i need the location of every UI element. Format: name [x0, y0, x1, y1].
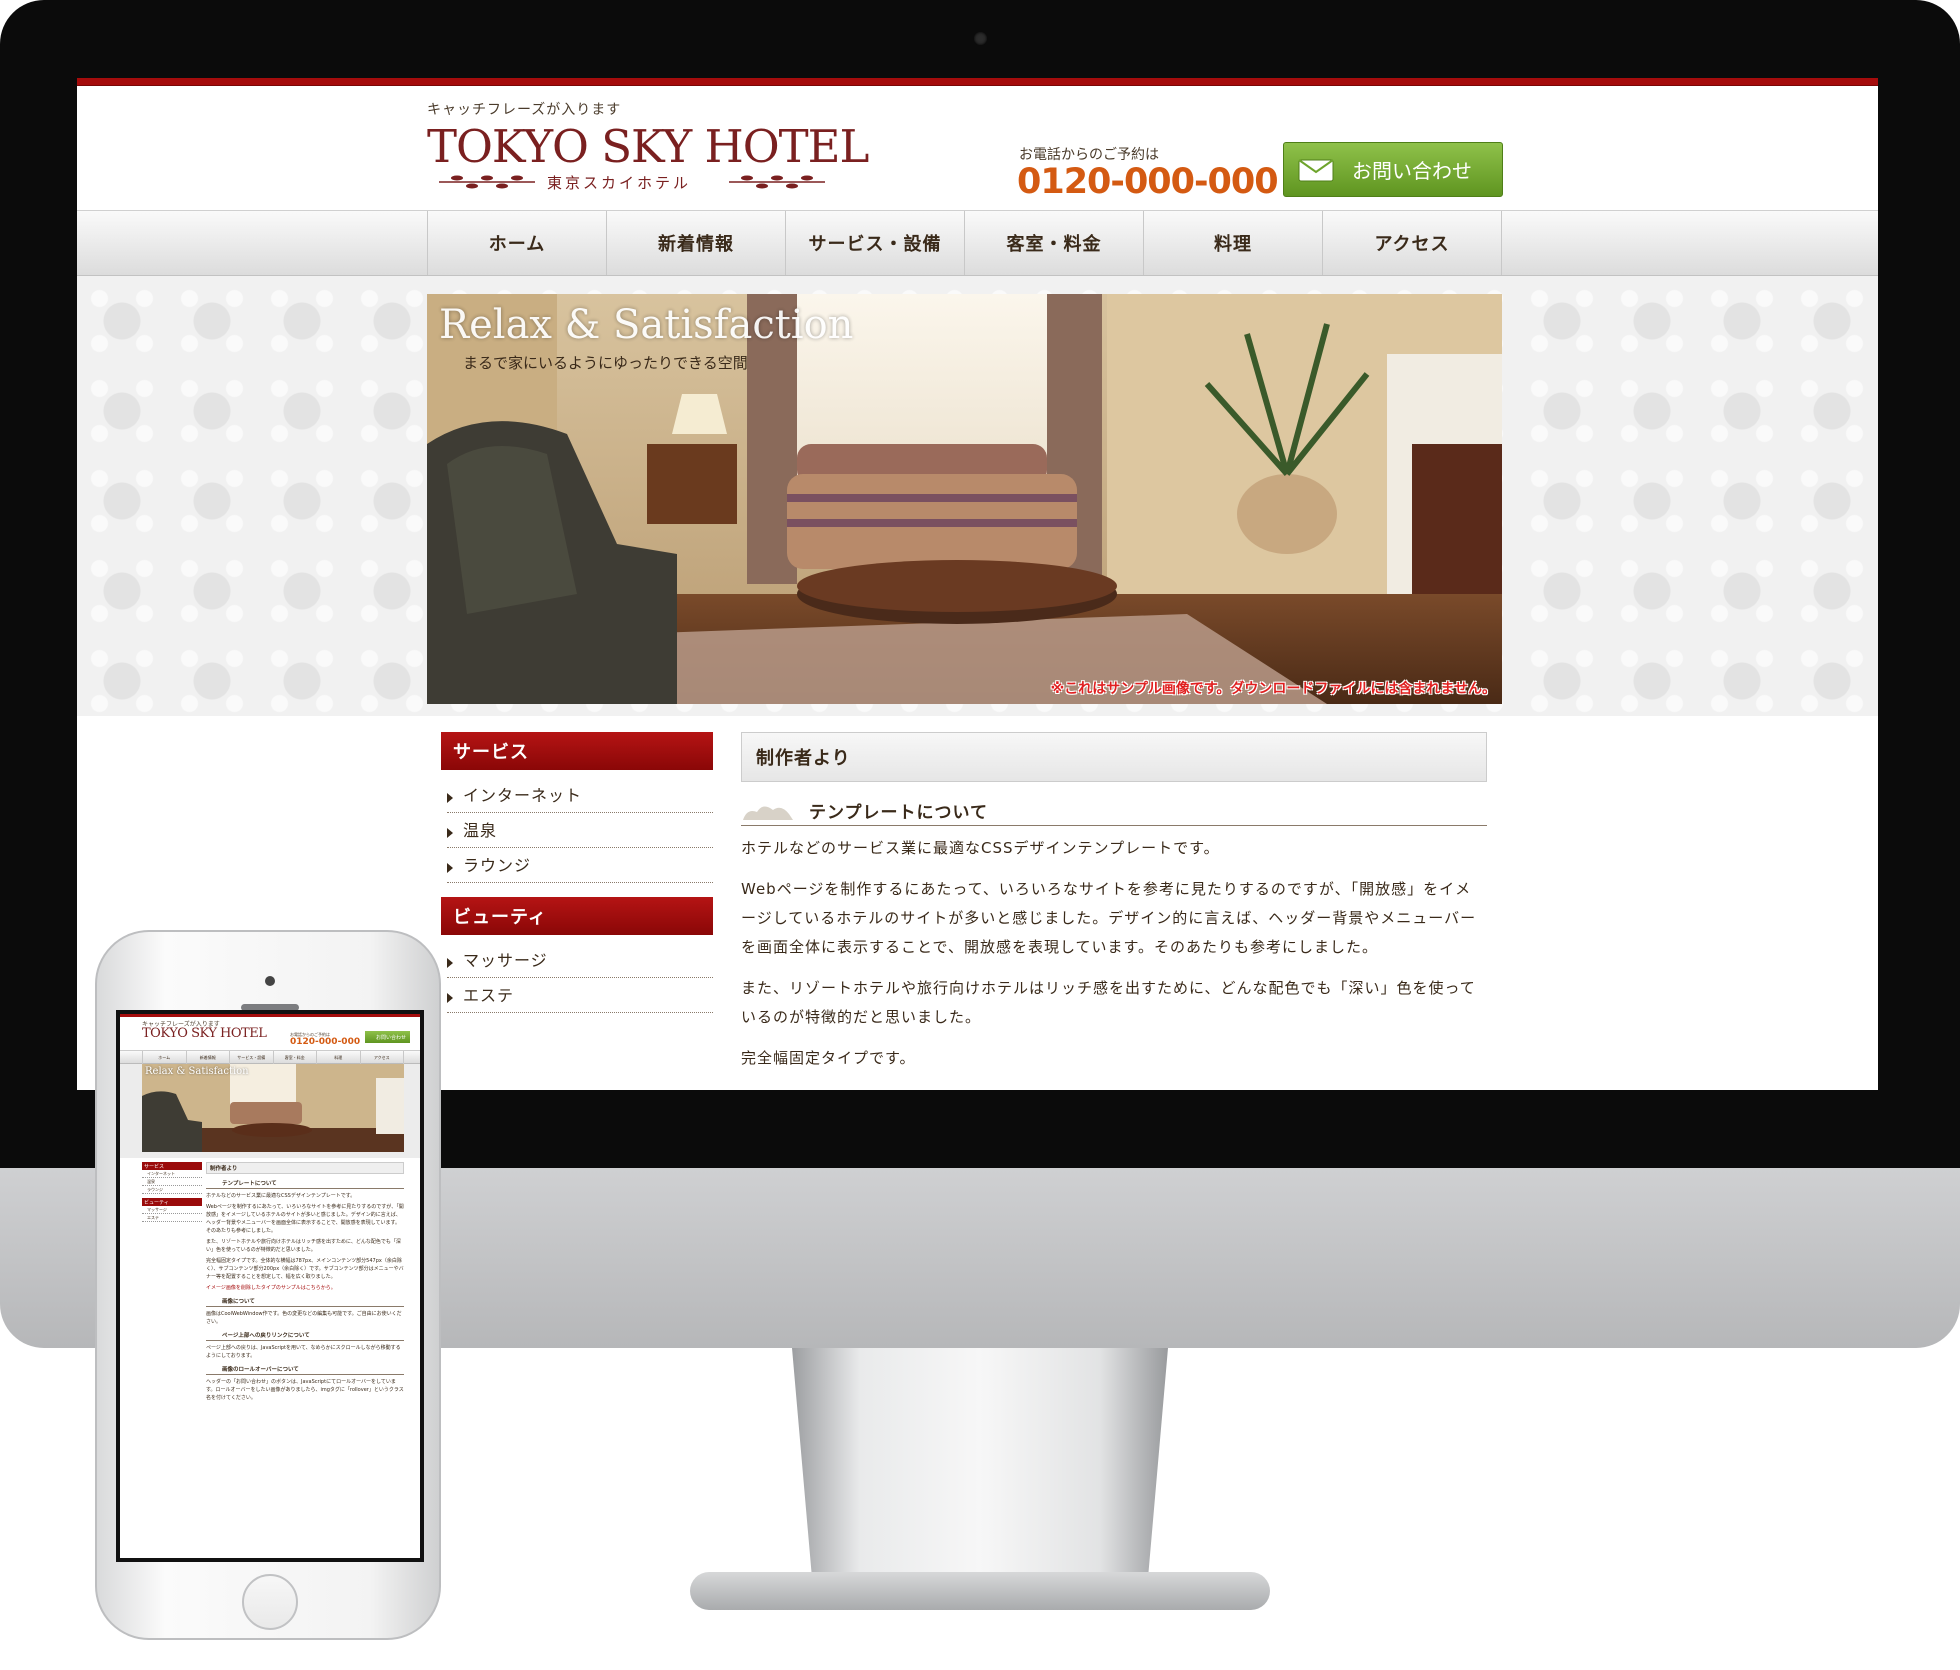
contact-button[interactable]: お問い合わせ	[1283, 142, 1503, 197]
mobile-main-heading: 制作者より	[206, 1162, 404, 1174]
hero-subtitle: まるで家にいるようにゆったりできる空間	[463, 354, 748, 372]
mobile-navigation: ホーム 新着情報 サービス・設備 客室・料金 料理 アクセス	[120, 1050, 420, 1064]
laurel-left-icon	[439, 175, 535, 189]
main-navigation: ホーム 新着情報 サービス・設備 客室・料金 料理 アクセス	[77, 210, 1878, 276]
mobile-sample-link[interactable]: イメージ画像を削除したタイプのサンプルはこちらから。	[206, 1284, 404, 1292]
main-heading: 制作者より	[741, 732, 1487, 782]
mobile-sidebar-item[interactable]: インターネット	[142, 1170, 202, 1178]
triangle-bullet-icon	[447, 958, 453, 968]
mobile-paragraph: ページ上部への戻りは、JavaScriptを用いて、なめらかにスクロールしながら…	[206, 1345, 401, 1359]
phone-label: お電話からのご予約は	[1019, 147, 1159, 163]
phone-number[interactable]: 0120-000-000	[1017, 162, 1279, 202]
mobile-logo[interactable]: TOKYO SKY HOTEL	[142, 1026, 267, 1041]
nav-item-services[interactable]: サービス・設備	[786, 211, 965, 275]
paragraph: また、リゾートホテルや旅行向けホテルはリッチ感を出すために、どんな配色でも「深い…	[741, 979, 1476, 1026]
nav-item-access[interactable]: アクセス	[1323, 211, 1502, 275]
logo-main-text: TOKYO SKY HOTEL	[427, 120, 869, 173]
sidebar-heading-services: サービス	[441, 732, 713, 770]
mobile-top-rule	[120, 1014, 420, 1017]
iphone-device: キャッチフレーズが入ります TOKYO SKY HOTEL お電話からのご予約は…	[95, 930, 441, 1640]
logo-subtitle: 東京スカイホテル	[547, 174, 692, 192]
cloud-ornament-icon	[743, 805, 793, 820]
iphone-home-button[interactable]	[242, 1574, 298, 1630]
hero-title: Relax & Satisfaction	[439, 302, 854, 348]
mobile-nav-item[interactable]: 料理	[317, 1051, 361, 1064]
mobile-nav-item[interactable]: サービス・設備	[230, 1051, 274, 1064]
mobile-paragraph: また、リゾートホテルや旅行向けホテルはリッチ感を出すために、どんな配色でも「深い…	[206, 1239, 401, 1253]
mobile-hero-image: Relax & Satisfaction	[142, 1064, 404, 1152]
mobile-section-heading: ページ上部への戻りリンクについて	[206, 1330, 404, 1341]
mobile-nav-item[interactable]: 客室・料金	[274, 1051, 317, 1064]
mobile-section-heading: 画像のロールオーバーについて	[206, 1364, 404, 1375]
mobile-sidebar-item[interactable]: エステ	[142, 1214, 202, 1222]
sidebar-item-massage[interactable]: マッサージ	[447, 943, 713, 978]
mobile-living-room-photo	[142, 1064, 404, 1152]
mobile-paragraph: 画像はCoolWebWindow作です。色の変更などの編集も可能です。ご自由にお…	[206, 1311, 402, 1325]
mobile-phone-number[interactable]: 0120-000-000	[290, 1037, 360, 1047]
nav-item-news[interactable]: 新着情報	[607, 211, 786, 275]
triangle-bullet-icon	[447, 828, 453, 838]
mobile-sidebar-item[interactable]: ラウンジ	[142, 1186, 202, 1194]
sample-image-notice: ※これはサンプル画像です。ダウンロードファイルには含まれません。	[1050, 681, 1496, 697]
sidebar: サービス インターネット 温泉 ラウンジ ビューティ マッサージ エステ	[441, 732, 713, 1027]
mail-icon	[1298, 158, 1334, 181]
main-content: 制作者より テンプレートについて ホテルなどのサービス業に最適なCSSデザインテ…	[741, 732, 1487, 1073]
mobile-section-heading: 画像について	[206, 1296, 404, 1307]
contact-button-label: お問い合わせ	[1352, 159, 1472, 183]
nav-item-rooms[interactable]: 客室・料金	[965, 211, 1144, 275]
mobile-sidebar-item[interactable]: マッサージ	[142, 1206, 202, 1214]
iphone-camera	[265, 976, 275, 986]
triangle-bullet-icon	[447, 863, 453, 873]
mobile-nav-item[interactable]: ホーム	[143, 1051, 187, 1064]
mobile-paragraph: 完全幅固定タイプです。全体的な横幅は787px、メインコンテンツ部分547px（…	[206, 1258, 404, 1280]
laurel-right-icon	[729, 175, 825, 189]
section-heading: テンプレートについて	[741, 796, 1487, 826]
mobile-page: キャッチフレーズが入ります TOKYO SKY HOTEL お電話からのご予約は…	[120, 1014, 420, 1558]
mobile-paragraph: Webページを制作するにあたって、いろいろなサイトを参考に見たりするのですが、「…	[206, 1204, 404, 1234]
mobile-nav-item[interactable]: アクセス	[361, 1051, 404, 1064]
sidebar-item-esthetic[interactable]: エステ	[447, 978, 713, 1013]
paragraph: 完全幅固定タイプです。	[741, 1049, 916, 1067]
imac-stand-neck	[792, 1348, 1168, 1578]
mobile-paragraph: ヘッダーの「お問い合わせ」のボタンは、JavaScriptにてロールオーバーをし…	[206, 1379, 404, 1401]
imac-camera	[974, 32, 987, 45]
imac-stand-foot	[690, 1572, 1270, 1610]
mobile-section-heading: テンプレートについて	[206, 1178, 404, 1189]
mobile-sidebar-item[interactable]: 温泉	[142, 1178, 202, 1186]
mobile-sidebar-heading: ビューティ	[142, 1198, 202, 1206]
mobile-hero-title: Relax & Satisfaction	[145, 1066, 249, 1077]
top-accent-rule	[77, 78, 1878, 86]
paragraph: Webページを制作するにあたって、いろいろなサイトを参考に見たりするのですが、「…	[741, 880, 1477, 956]
mobile-main-content: 制作者より テンプレートについて ホテルなどのサービス業に最適なCSSデザインテ…	[206, 1162, 404, 1402]
sidebar-heading-beauty: ビューティ	[441, 897, 713, 935]
sidebar-item-internet[interactable]: インターネット	[447, 778, 713, 813]
nav-item-home[interactable]: ホーム	[428, 211, 607, 275]
paragraph: ホテルなどのサービス業に最適なCSSデザインテンプレートです。	[741, 839, 1220, 857]
mobile-sidebar: サービス インターネット 温泉 ラウンジ ビューティ マッサージ エステ	[142, 1162, 202, 1222]
mobile-screen: キャッチフレーズが入ります TOKYO SKY HOTEL お電話からのご予約は…	[116, 1010, 424, 1562]
sidebar-item-onsen[interactable]: 温泉	[447, 813, 713, 848]
site-tagline: キャッチフレーズが入ります	[427, 102, 622, 118]
mobile-sidebar-heading: サービス	[142, 1162, 202, 1170]
mobile-paragraph: ホテルなどのサービス業に最適なCSSデザインテンプレートです。	[206, 1193, 356, 1199]
hero-image: Relax & Satisfaction まるで家にいるようにゆったりできる空間…	[427, 294, 1502, 704]
mobile-nav-item[interactable]: 新着情報	[187, 1051, 230, 1064]
site-logo[interactable]: TOKYO SKY HOTEL 東京スカイホテル	[427, 120, 869, 192]
nav-item-cuisine[interactable]: 料理	[1144, 211, 1323, 275]
mobile-contact-button[interactable]: お問い合わせ	[365, 1031, 410, 1043]
triangle-bullet-icon	[447, 793, 453, 803]
sidebar-item-lounge[interactable]: ラウンジ	[447, 848, 713, 883]
triangle-bullet-icon	[447, 993, 453, 1003]
